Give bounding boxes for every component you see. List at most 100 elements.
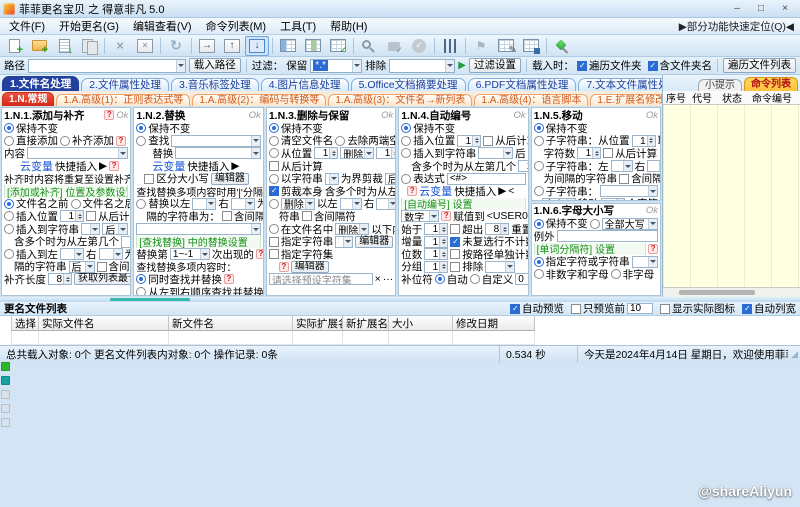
radio-option[interactable]: 插入到字符串 [4, 223, 79, 236]
number-spinner[interactable]: 1 [424, 236, 448, 248]
filter-settings-button[interactable]: 过滤设置 [469, 58, 521, 73]
path-combo[interactable] [28, 59, 186, 73]
help-icon[interactable]: ? [104, 110, 114, 120]
checkbox[interactable]: 从后计算 [603, 147, 657, 160]
help-icon[interactable]: ? [224, 274, 234, 284]
file-list-option-2[interactable]: 显示实际图标 [660, 301, 735, 316]
radio-option[interactable]: 以字符串 [269, 172, 323, 185]
side-tab-1[interactable]: 命令列表 [744, 77, 798, 91]
file-list-option-0[interactable]: 自动预览 [510, 301, 564, 316]
exclude-filter-combo[interactable] [389, 59, 455, 73]
number-spinner[interactable]: 1 [424, 261, 448, 273]
radio-option[interactable]: 插入位置 [4, 210, 58, 223]
radio-option[interactable]: 保持不变 [534, 122, 588, 135]
cloud-var-link[interactable]: 云变量 [419, 185, 452, 198]
freeze-column-icon[interactable] [276, 36, 300, 56]
column-header[interactable]: 修改日期 [453, 316, 535, 331]
number-spinner[interactable]: 1 [577, 147, 601, 159]
number-spinner[interactable]: 8 [485, 223, 509, 235]
column-header[interactable]: 实际扩展名 [293, 316, 343, 331]
combo-box[interactable] [376, 198, 395, 210]
combo-box[interactable] [647, 160, 660, 172]
quick-locate-label[interactable]: ▶部分功能快速定位(Q)◀ [679, 19, 798, 34]
move-right-icon[interactable]: → [195, 36, 219, 56]
combo-box[interactable] [192, 198, 216, 210]
number-spinner[interactable]: 1 [632, 135, 656, 147]
mini-button-5[interactable] [1, 418, 10, 427]
preview-count-input[interactable]: 10 [627, 303, 653, 314]
combo-box[interactable]: 后面 [385, 173, 395, 185]
checkbox[interactable]: 从后计算 [269, 160, 323, 173]
combo-box[interactable]: 删除 [340, 147, 374, 159]
maximize-button[interactable]: □ [749, 2, 773, 16]
help-icon[interactable]: ? [116, 136, 126, 146]
combo-box[interactable]: 向右 [542, 198, 576, 201]
move-up-icon[interactable]: ↑ [220, 36, 244, 56]
menu-item-2[interactable]: 编辑查看(V) [126, 18, 199, 34]
column-header[interactable]: 选择 [11, 316, 39, 331]
small-button[interactable]: 获取列表最长 [74, 273, 130, 285]
combo-box[interactable] [600, 185, 658, 197]
mini-button-2[interactable] [1, 376, 10, 385]
mini-button-4[interactable] [1, 404, 10, 413]
tab-sub-1[interactable]: 1.N.常规 [2, 92, 54, 106]
number-spinner[interactable]: 1 [601, 198, 625, 201]
apply-filter-icon[interactable]: ▶ [458, 60, 466, 71]
add-folder-icon[interactable]: + [27, 36, 51, 56]
menu-item-4[interactable]: 工具(T) [273, 18, 323, 34]
column-header[interactable]: 实际文件名 [39, 316, 169, 331]
tab-sub-2[interactable]: 1.A.高级(1)：正则表达式等 [56, 94, 190, 106]
number-spinner[interactable]: 1 [121, 236, 130, 248]
command-table-icon[interactable]: ✓ [326, 36, 350, 56]
combo-box[interactable]: 1~-1 [170, 248, 210, 260]
checkbox[interactable]: 从后计算 [483, 135, 527, 148]
copy-list-icon[interactable] [77, 36, 101, 56]
checkbox[interactable]: 含间隔符 [302, 210, 356, 223]
combo-box[interactable] [27, 147, 128, 159]
combo-box[interactable] [335, 236, 353, 248]
checkbox[interactable]: 按路径单独计数 [450, 248, 527, 261]
radio-option[interactable]: 清空文件名 [269, 135, 334, 148]
checkbox[interactable]: 指定字符串 [269, 235, 334, 248]
radio-option[interactable]: 从左到右顺序查找并替换 [136, 286, 262, 296]
resize-grip[interactable]: ◢ [788, 349, 800, 360]
stamp-icon[interactable]: ✓ [382, 36, 406, 56]
radio-option[interactable]: 保持不变 [136, 122, 190, 135]
combo-box[interactable]: 后 [102, 223, 128, 235]
close-button[interactable]: × [773, 2, 797, 16]
combo-box[interactable] [175, 147, 260, 159]
number-spinner[interactable]: 1 [314, 147, 338, 159]
command-list[interactable] [663, 105, 800, 287]
refresh-icon[interactable]: ↻ [164, 36, 188, 56]
small-button[interactable]: 编辑器 [355, 236, 393, 248]
traverse-list-button[interactable]: 遍历文件列表 [723, 58, 796, 73]
command-list-scrollbar[interactable] [663, 287, 800, 297]
number-spinner[interactable]: 1 [457, 135, 481, 147]
number-spinner[interactable]: 1 [376, 147, 395, 159]
text-input[interactable]: 0 [515, 273, 527, 285]
checkbox[interactable]: 含间隔符 [97, 261, 131, 274]
combo-box[interactable] [632, 256, 658, 268]
column-header[interactable]: 大小 [389, 316, 453, 331]
combo-box[interactable]: 后 [69, 261, 95, 273]
cloud-var-link[interactable]: 云变量 [20, 160, 53, 173]
text-input[interactable] [557, 230, 658, 242]
load-path-button[interactable]: 载入路径 [189, 58, 241, 73]
column-header[interactable]: 新文件名 [169, 316, 293, 331]
text-input[interactable]: 请选择预设字符集 [269, 273, 373, 285]
radio-option[interactable]: 去除两端空格 [335, 135, 395, 148]
combo-box[interactable] [340, 198, 362, 210]
column-header[interactable]: 新扩展名 [343, 316, 389, 331]
radio-option[interactable]: 查找 [136, 135, 169, 148]
radio-option[interactable]: 子字符串：从位置 [534, 135, 630, 148]
radio-option[interactable]: 表达式 [401, 172, 445, 185]
combo-box[interactable] [231, 198, 255, 210]
checkbox[interactable]: 超出 [450, 223, 483, 236]
move-down-icon[interactable]: ↓ [245, 36, 269, 56]
pin-icon[interactable] [550, 36, 574, 56]
combo-box[interactable]: 删除 [281, 198, 315, 210]
onload-checkbox-0[interactable]: 遍历文件夹 [577, 58, 642, 73]
tab-main-6[interactable]: 6.PDF文档属性处理 [468, 78, 577, 91]
number-spinner[interactable]: 1 [518, 160, 527, 172]
checkbox[interactable]: 含间隔符 [619, 172, 660, 185]
